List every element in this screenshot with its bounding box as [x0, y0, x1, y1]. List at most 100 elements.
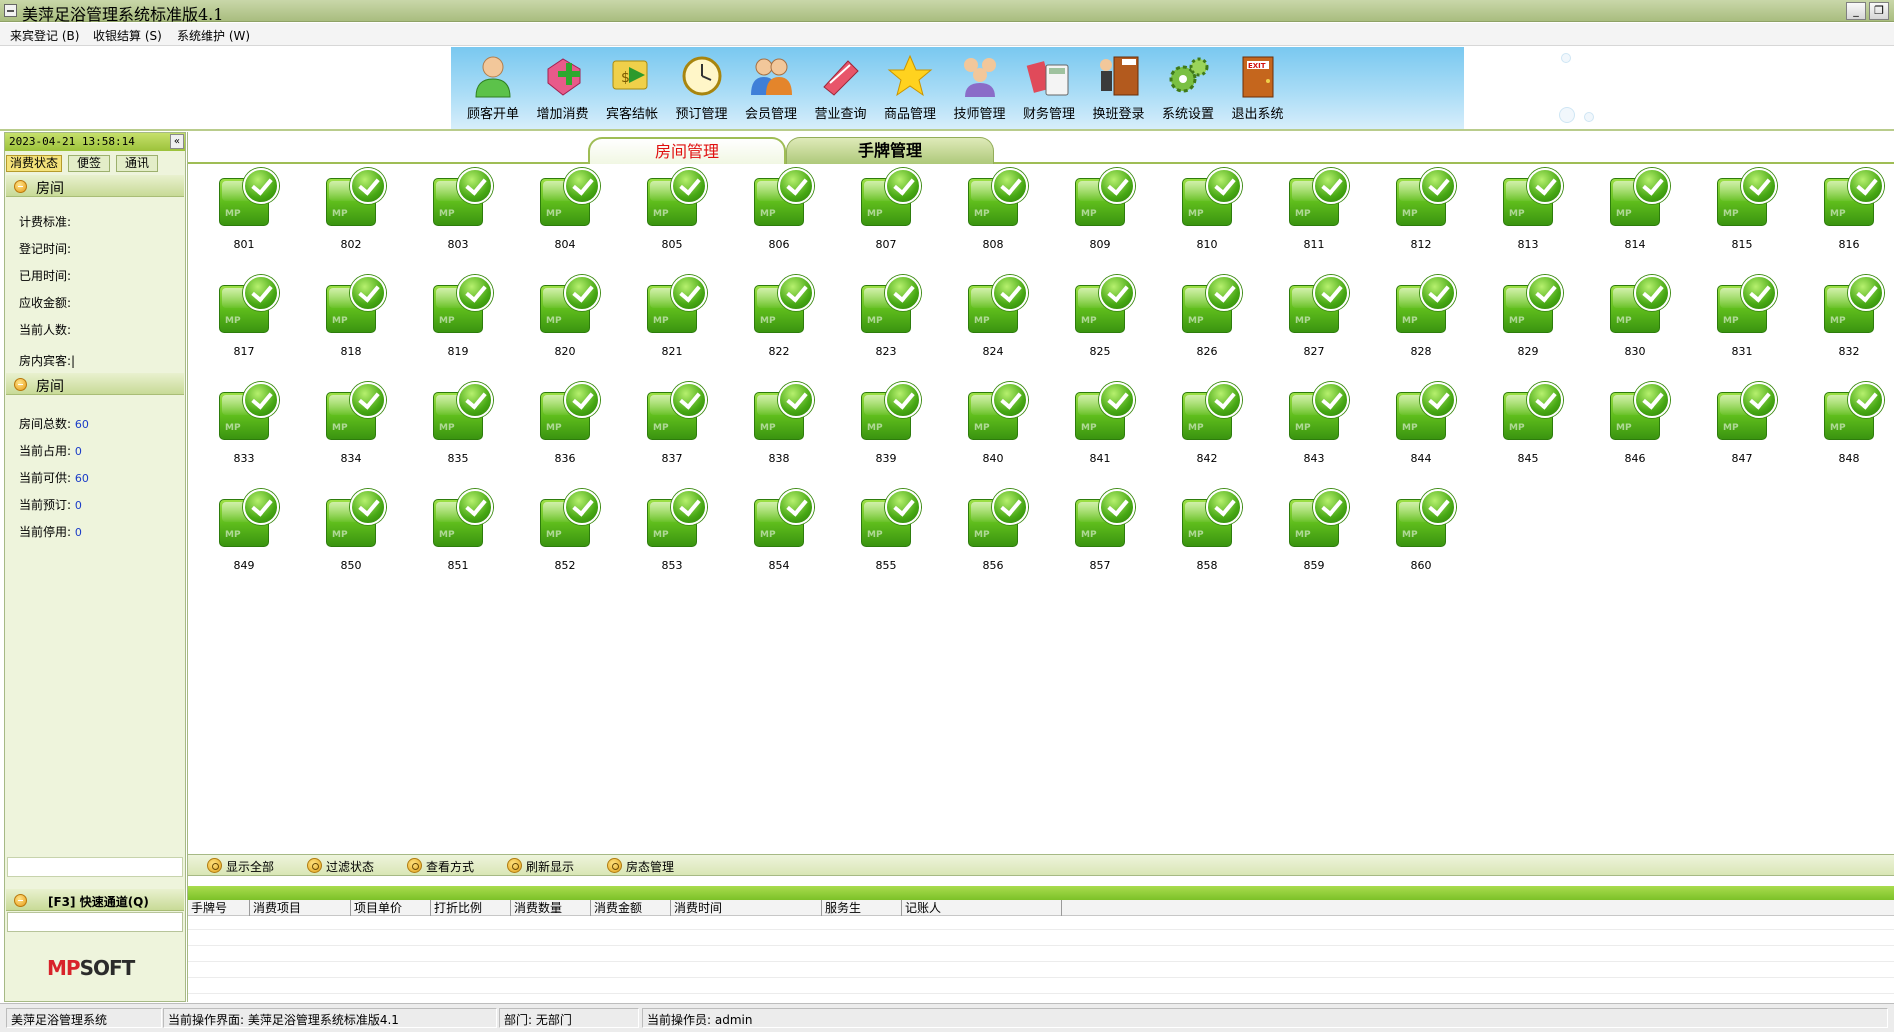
- room-tile[interactable]: MP 836: [530, 382, 600, 474]
- room-tile[interactable]: MP 829: [1493, 275, 1563, 367]
- room-stats-header[interactable]: 房间: [6, 373, 184, 395]
- restore-button[interactable]: ❐: [1869, 2, 1889, 20]
- consumption-grid-body[interactable]: [188, 917, 1894, 1000]
- room-tile[interactable]: MP 810: [1172, 168, 1242, 260]
- room-tile[interactable]: MP 816: [1814, 168, 1884, 260]
- tab-messages[interactable]: 通讯: [116, 155, 158, 172]
- room-tile[interactable]: MP 828: [1386, 275, 1456, 367]
- room-tile[interactable]: MP 839: [851, 382, 921, 474]
- room-tile[interactable]: MP 860: [1386, 489, 1456, 581]
- filter-status-button[interactable]: 过滤状态: [307, 858, 374, 875]
- column-header[interactable]: 消费金额: [591, 900, 671, 916]
- toolbar-button-8[interactable]: 技师管理: [946, 53, 1014, 127]
- menu-system[interactable]: 系统维护 (W): [177, 27, 250, 44]
- room-tile[interactable]: MP 823: [851, 275, 921, 367]
- room-tile[interactable]: MP 838: [744, 382, 814, 474]
- app-menu-icon[interactable]: [4, 4, 17, 17]
- room-tile[interactable]: MP 841: [1065, 382, 1135, 474]
- room-tile[interactable]: MP 827: [1279, 275, 1349, 367]
- toolbar-button-11[interactable]: 系统设置: [1154, 53, 1222, 127]
- menu-cashier[interactable]: 收银结算 (S): [93, 27, 162, 44]
- column-header[interactable]: 消费项目: [250, 900, 351, 916]
- room-tile[interactable]: MP 809: [1065, 168, 1135, 260]
- room-tile[interactable]: MP 849: [209, 489, 279, 581]
- room-tile[interactable]: MP 833: [209, 382, 279, 474]
- menu-guest-register[interactable]: 来宾登记 (B): [10, 27, 79, 44]
- room-tile[interactable]: MP 850: [316, 489, 386, 581]
- room-tile[interactable]: MP 821: [637, 275, 707, 367]
- room-tile[interactable]: MP 817: [209, 275, 279, 367]
- room-state-button[interactable]: 房态管理: [607, 858, 674, 875]
- room-tile[interactable]: MP 856: [958, 489, 1028, 581]
- room-tile[interactable]: MP 822: [744, 275, 814, 367]
- column-header[interactable]: 消费时间: [671, 900, 822, 916]
- toolbar-button-5[interactable]: 会员管理: [737, 53, 805, 127]
- room-tile[interactable]: MP 811: [1279, 168, 1349, 260]
- room-tile[interactable]: MP 858: [1172, 489, 1242, 581]
- room-tile[interactable]: MP 842: [1172, 382, 1242, 474]
- room-tile[interactable]: MP 845: [1493, 382, 1563, 474]
- room-tile[interactable]: MP 819: [423, 275, 493, 367]
- room-tile[interactable]: MP 826: [1172, 275, 1242, 367]
- toolbar-button-3[interactable]: $ 宾客结帐: [598, 53, 666, 127]
- room-tile[interactable]: MP 857: [1065, 489, 1135, 581]
- column-header[interactable]: 服务生: [822, 900, 902, 916]
- room-tile[interactable]: MP 844: [1386, 382, 1456, 474]
- tab-wristband-management[interactable]: 手牌管理: [786, 137, 994, 164]
- column-header[interactable]: 手牌号: [188, 900, 250, 916]
- toolbar-button-9[interactable]: 财务管理: [1015, 53, 1083, 127]
- toolbar-button-7[interactable]: 商品管理: [876, 53, 944, 127]
- quick-channel-input[interactable]: [7, 912, 183, 932]
- room-tile[interactable]: MP 820: [530, 275, 600, 367]
- view-mode-button[interactable]: 查看方式: [407, 858, 474, 875]
- room-tile[interactable]: MP 835: [423, 382, 493, 474]
- tab-room-management[interactable]: 房间管理: [588, 137, 786, 164]
- room-tile[interactable]: MP 832: [1814, 275, 1884, 367]
- room-tile[interactable]: MP 802: [316, 168, 386, 260]
- room-tile[interactable]: MP 854: [744, 489, 814, 581]
- room-tile[interactable]: MP 830: [1600, 275, 1670, 367]
- toolbar-button-12[interactable]: EXIT 退出系统: [1224, 53, 1292, 127]
- room-tile[interactable]: MP 814: [1600, 168, 1670, 260]
- room-tile[interactable]: MP 837: [637, 382, 707, 474]
- room-tile[interactable]: MP 846: [1600, 382, 1670, 474]
- room-tile[interactable]: MP 848: [1814, 382, 1884, 474]
- quick-channel-header[interactable]: [F3] 快速通道(Q): [6, 889, 184, 911]
- toolbar-button-1[interactable]: 顾客开单: [459, 53, 527, 127]
- room-tile[interactable]: MP 847: [1707, 382, 1777, 474]
- room-tile[interactable]: MP 852: [530, 489, 600, 581]
- room-tile[interactable]: MP 801: [209, 168, 279, 260]
- room-tile[interactable]: MP 808: [958, 168, 1028, 260]
- tab-consumption-status[interactable]: 消费状态: [6, 155, 62, 172]
- show-all-button[interactable]: 显示全部: [207, 858, 274, 875]
- room-tile[interactable]: MP 831: [1707, 275, 1777, 367]
- room-tile[interactable]: MP 815: [1707, 168, 1777, 260]
- room-tile[interactable]: MP 807: [851, 168, 921, 260]
- room-tile[interactable]: MP 851: [423, 489, 493, 581]
- room-tile[interactable]: MP 840: [958, 382, 1028, 474]
- toolbar-button-10[interactable]: 换班登录: [1085, 53, 1153, 127]
- minimize-button[interactable]: _: [1846, 2, 1866, 20]
- column-header[interactable]: 记账人: [902, 900, 1062, 916]
- room-tile[interactable]: MP 825: [1065, 275, 1135, 367]
- collapse-panel-button[interactable]: «: [170, 134, 184, 149]
- room-tile[interactable]: MP 812: [1386, 168, 1456, 260]
- room-tile[interactable]: MP 813: [1493, 168, 1563, 260]
- room-tile[interactable]: MP 804: [530, 168, 600, 260]
- room-tile[interactable]: MP 803: [423, 168, 493, 260]
- column-header[interactable]: 消费数量: [511, 900, 591, 916]
- toolbar-button-2[interactable]: 增加消费: [529, 53, 597, 127]
- tab-notes[interactable]: 便签: [68, 155, 110, 172]
- room-tile[interactable]: MP 818: [316, 275, 386, 367]
- room-info-header[interactable]: 房间: [6, 175, 184, 197]
- column-header[interactable]: 打折比例: [431, 900, 511, 916]
- room-tile[interactable]: MP 859: [1279, 489, 1349, 581]
- toolbar-button-4[interactable]: 预订管理: [668, 53, 736, 127]
- room-tile[interactable]: MP 855: [851, 489, 921, 581]
- column-header[interactable]: 项目单价: [351, 900, 431, 916]
- toolbar-button-6[interactable]: 营业查询: [807, 53, 875, 127]
- room-tile[interactable]: MP 824: [958, 275, 1028, 367]
- room-tile[interactable]: MP 853: [637, 489, 707, 581]
- room-tile[interactable]: MP 805: [637, 168, 707, 260]
- refresh-button[interactable]: 刷新显示: [507, 858, 574, 875]
